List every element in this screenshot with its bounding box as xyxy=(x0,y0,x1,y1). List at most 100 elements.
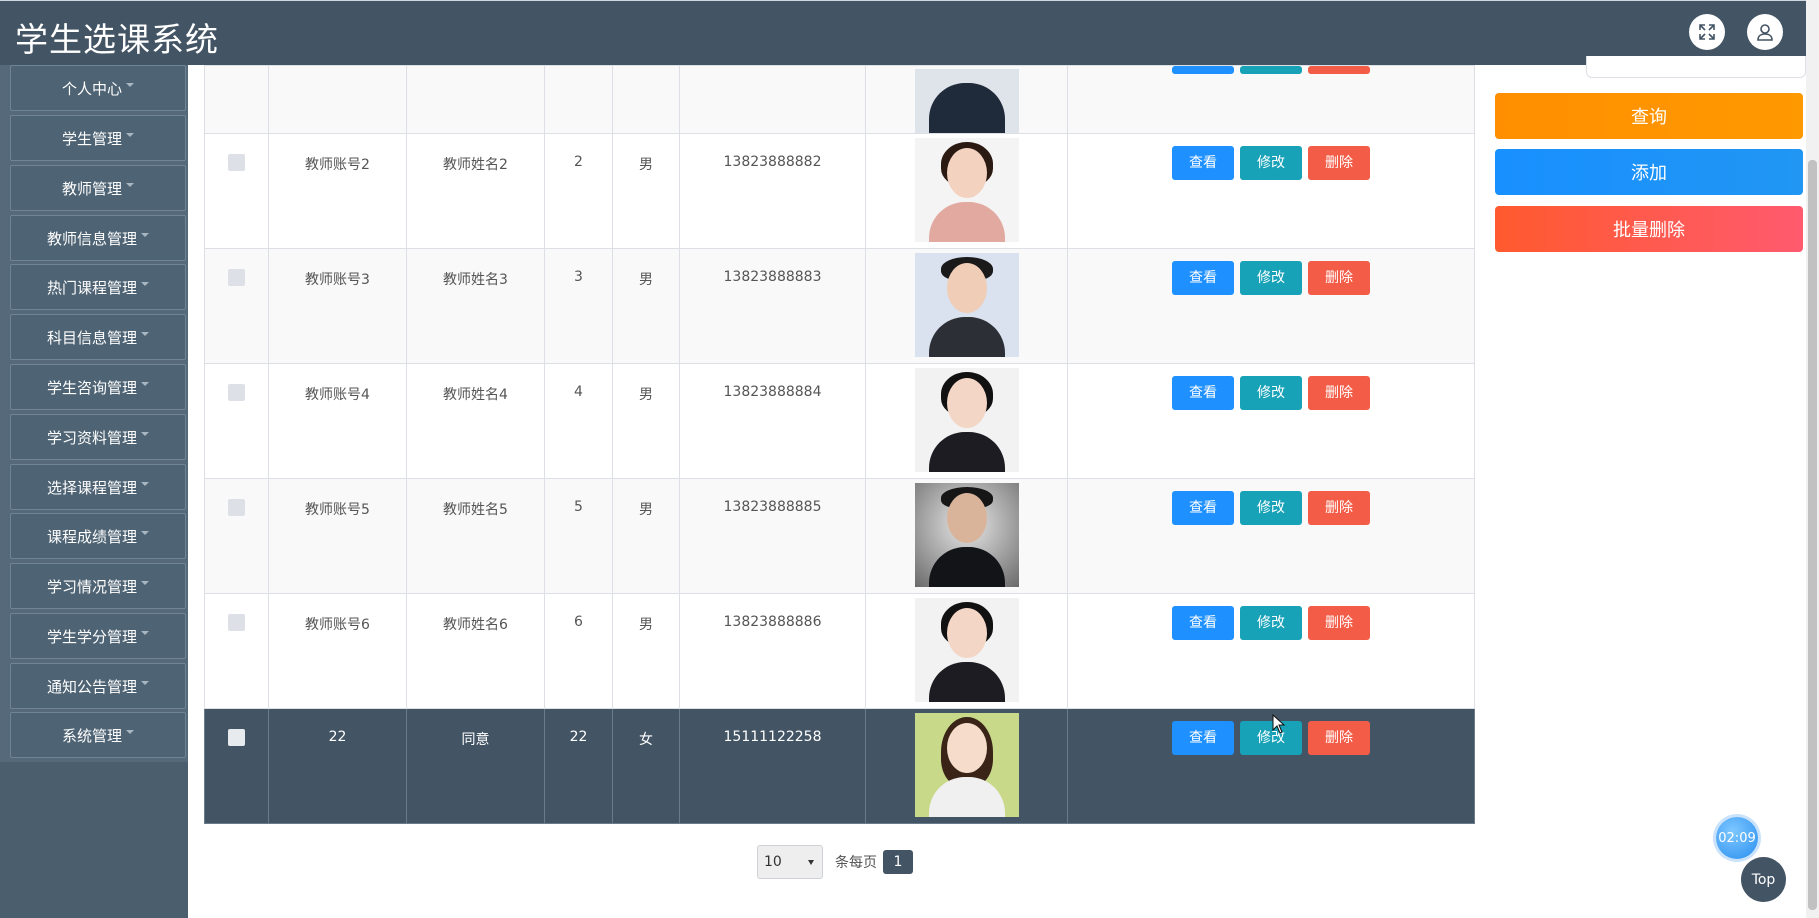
teacher-name: 教师姓名2 xyxy=(406,133,545,249)
delete-button[interactable]: 删除 xyxy=(1308,146,1370,180)
view-button[interactable]: 查看 xyxy=(1172,261,1234,295)
edit-button[interactable]: 修改 xyxy=(1240,376,1302,410)
delete-button[interactable]: 删除 xyxy=(1308,376,1370,410)
delete-button[interactable]: 删除 xyxy=(1308,491,1370,525)
fullscreen-button[interactable] xyxy=(1689,14,1725,50)
sidebar-item-study-materials[interactable]: 学习资料管理 xyxy=(10,414,186,460)
sidebar-item-notices[interactable]: 通知公告管理 xyxy=(10,663,186,709)
row-checkbox[interactable] xyxy=(228,269,245,286)
caret-down-icon xyxy=(141,531,149,535)
sidebar-item-course-select[interactable]: 选择课程管理 xyxy=(10,464,186,510)
sidebar-item-label: 学习资料管理 xyxy=(46,428,137,447)
sidebar-item-subject-info[interactable]: 科目信息管理 xyxy=(10,314,186,360)
edit-button[interactable]: 修改 xyxy=(1240,146,1302,180)
sidebar-item-study-status[interactable]: 学习情况管理 xyxy=(10,563,186,609)
teacher-gender: 男 xyxy=(612,593,680,709)
fullscreen-icon xyxy=(1699,24,1715,40)
teacher-name: 同意 xyxy=(406,708,545,824)
delete-button[interactable]: 删除 xyxy=(1308,721,1370,755)
row-checkbox[interactable] xyxy=(228,614,245,631)
sidebar-item-course-grades[interactable]: 课程成绩管理 xyxy=(10,513,186,559)
mouse-cursor-icon xyxy=(1272,714,1286,734)
teacher-phone: 13823888882 xyxy=(679,133,866,249)
caret-down-icon xyxy=(141,233,149,237)
row-checkbox[interactable] xyxy=(228,499,245,516)
back-to-top-button[interactable]: Top xyxy=(1741,857,1786,902)
page-size-select[interactable]: 10 xyxy=(757,845,823,879)
edit-button[interactable]: 修改 xyxy=(1240,606,1302,640)
app-title: 学生选课系统 xyxy=(15,20,219,59)
sidebar-item-teacher-info[interactable]: 教师信息管理 xyxy=(10,215,186,261)
teacher-photo xyxy=(914,138,1019,242)
teacher-name: 教师姓名4 xyxy=(406,363,545,479)
teacher-number: 5 xyxy=(544,478,613,594)
page-number-1[interactable]: 1 xyxy=(883,850,913,874)
sidebar: 个人中心 学生管理 教师管理 教师信息管理 热门课程管理 科目信息管理 学生咨询… xyxy=(0,65,188,918)
teacher-number: 6 xyxy=(544,593,613,709)
table-row: 教师账号6 教师姓名6 6 男 13823888886 查看 修改 删除 xyxy=(204,593,1475,709)
teacher-phone: 13823888884 xyxy=(679,363,866,479)
sidebar-item-student-credits[interactable]: 学生学分管理 xyxy=(10,613,186,659)
teacher-gender: 女 xyxy=(612,708,680,824)
sidebar-item-label: 学生管理 xyxy=(61,129,122,148)
row-checkbox[interactable] xyxy=(228,384,245,401)
view-button[interactable]: 查看 xyxy=(1172,491,1234,525)
view-button[interactable] xyxy=(1172,66,1234,74)
sidebar-item-label: 学生咨询管理 xyxy=(46,378,137,397)
caret-down-icon xyxy=(141,382,149,386)
edit-button[interactable]: 修改 xyxy=(1240,261,1302,295)
edit-button[interactable] xyxy=(1240,66,1302,74)
sidebar-item-label: 科目信息管理 xyxy=(46,328,137,347)
timer-badge: 02:09 xyxy=(1716,817,1758,859)
teacher-phone: 15111122258 xyxy=(679,708,866,824)
view-button[interactable]: 查看 xyxy=(1172,606,1234,640)
caret-down-icon xyxy=(141,681,149,685)
vertical-scrollbar[interactable] xyxy=(1806,0,1819,918)
teacher-account: 教师账号4 xyxy=(268,363,407,479)
delete-button[interactable]: 删除 xyxy=(1308,606,1370,640)
view-button[interactable]: 查看 xyxy=(1172,146,1234,180)
per-page-label: 条每页 xyxy=(835,855,877,871)
teacher-name: 教师姓名3 xyxy=(406,248,545,364)
edit-button[interactable]: 修改 xyxy=(1240,491,1302,525)
sidebar-item-hot-courses[interactable]: 热门课程管理 xyxy=(10,264,186,310)
sidebar-item-label: 热门课程管理 xyxy=(46,278,137,297)
caret-down-icon xyxy=(141,631,149,635)
caret-down-icon xyxy=(141,581,149,585)
teacher-gender: 男 xyxy=(612,133,680,249)
sidebar-item-teacher-mgmt[interactable]: 教师管理 xyxy=(10,165,186,211)
delete-button[interactable]: 删除 xyxy=(1308,261,1370,295)
sidebar-item-label: 学生学分管理 xyxy=(46,627,137,646)
view-button[interactable]: 查看 xyxy=(1172,376,1234,410)
query-button[interactable]: 查询 xyxy=(1495,93,1803,139)
view-button[interactable]: 查看 xyxy=(1172,721,1234,755)
caret-down-icon xyxy=(126,83,134,87)
teacher-photo xyxy=(914,368,1019,472)
teacher-photo xyxy=(914,598,1019,702)
row-checkbox[interactable] xyxy=(228,154,245,171)
row-checkbox[interactable] xyxy=(228,729,245,746)
batch-delete-button[interactable]: 批量删除 xyxy=(1495,206,1803,252)
sidebar-item-label: 系统管理 xyxy=(61,726,122,745)
sidebar-item-label: 学习情况管理 xyxy=(46,577,137,596)
sidebar-item-personal-center[interactable]: 个人中心 xyxy=(10,65,186,111)
sidebar-item-system-mgmt[interactable]: 系统管理 xyxy=(10,712,186,758)
scrollbar-thumb[interactable] xyxy=(1808,160,1817,910)
sidebar-item-label: 选择课程管理 xyxy=(46,478,137,497)
table-row: 教师账号4 教师姓名4 4 男 13823888884 查看 修改 删除 xyxy=(204,363,1475,479)
sidebar-item-label: 通知公告管理 xyxy=(46,677,137,696)
teacher-gender: 男 xyxy=(612,478,680,594)
teacher-account: 教师账号6 xyxy=(268,593,407,709)
table-row: 教师账号5 教师姓名5 5 男 13823888885 查看 修改 删除 xyxy=(204,478,1475,594)
add-button[interactable]: 添加 xyxy=(1495,149,1803,195)
edit-button[interactable]: 修改 xyxy=(1240,721,1302,755)
teacher-photo xyxy=(914,483,1019,587)
sidebar-item-student-mgmt[interactable]: 学生管理 xyxy=(10,115,186,161)
user-button[interactable] xyxy=(1747,14,1783,50)
delete-button[interactable] xyxy=(1308,66,1370,74)
sidebar-item-student-consult[interactable]: 学生咨询管理 xyxy=(10,364,186,410)
sidebar-item-label: 课程成绩管理 xyxy=(46,527,137,546)
teacher-account: 教师账号5 xyxy=(268,478,407,594)
search-input[interactable] xyxy=(1586,56,1806,78)
teacher-number: 2 xyxy=(544,133,613,249)
